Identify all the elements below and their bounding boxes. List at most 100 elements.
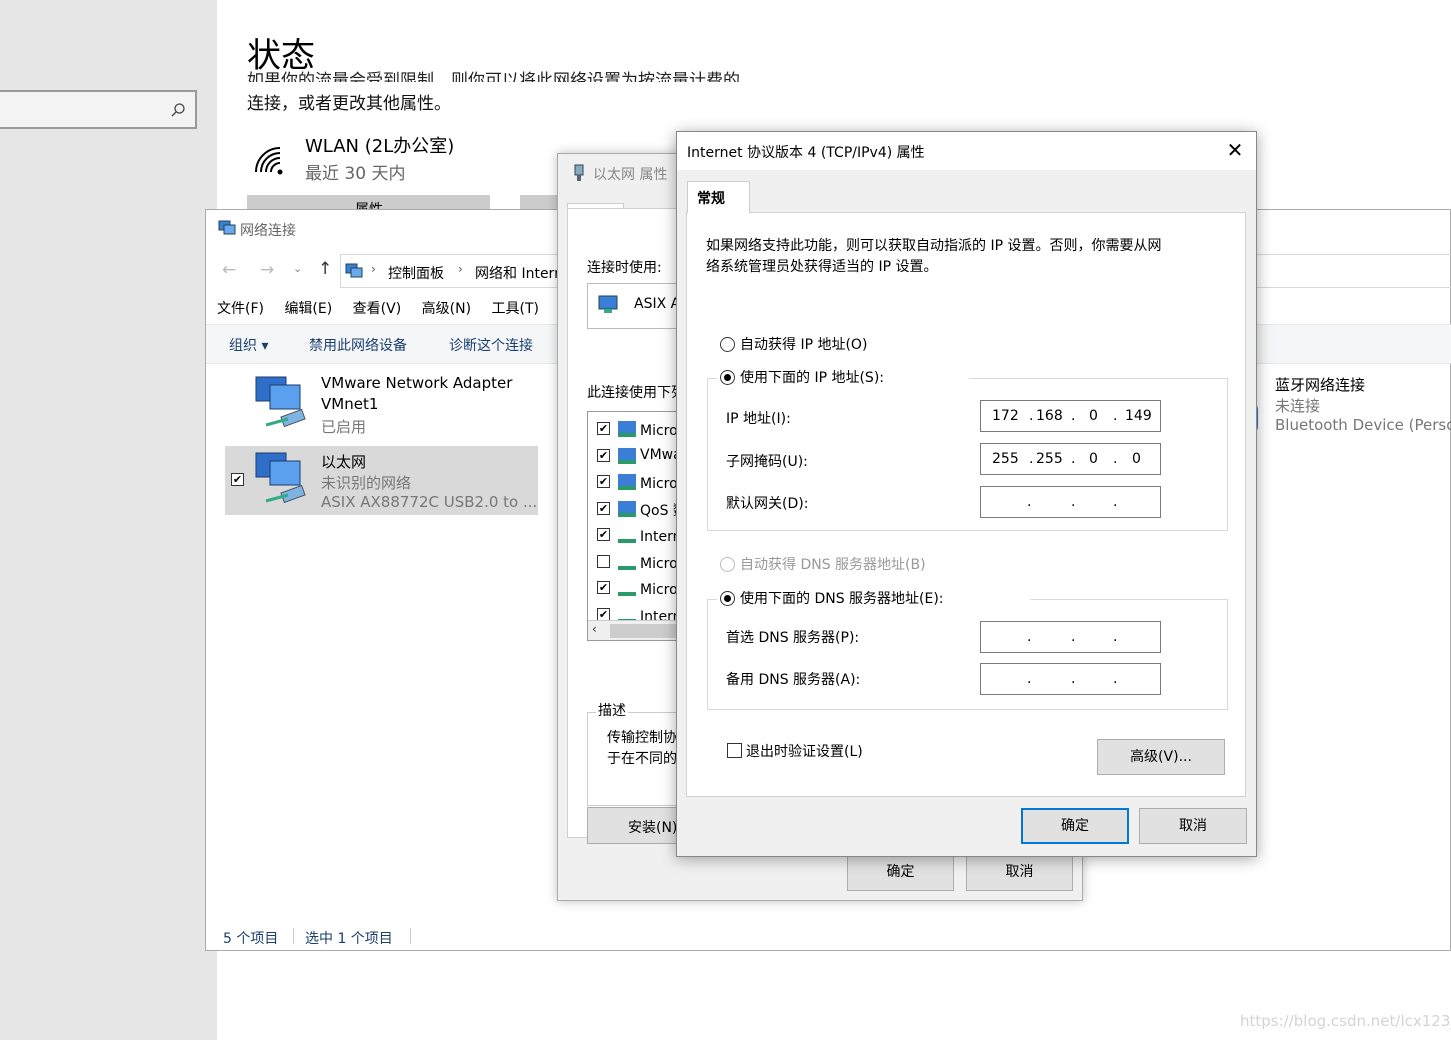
ok-button[interactable]: 确定: [847, 854, 954, 891]
component-icon: [618, 527, 636, 543]
dialog-title: Internet 协议版本 4 (TCP/IPv4) 属性: [687, 145, 925, 161]
watermark-text: https://blog.csdn.net/lcx123_: [1240, 1012, 1451, 1030]
ethernet-adapter-icon: [252, 449, 312, 509]
manual-dns-label[interactable]: 使用下面的 DNS 服务器地址(E):: [740, 588, 944, 608]
manual-dns-radio[interactable]: [720, 591, 735, 606]
general-tab-panel: 如果网络支持此功能，则可以获取自动指派的 IP 设置。否则，你需要从网 络系统管…: [686, 212, 1246, 797]
item-count: 5 个项目: [223, 931, 279, 947]
description-line-cut: 如果你的流量会受到限制，则你可以将此网络设置为按流量计费的: [247, 71, 740, 82]
close-icon[interactable]: ✕: [1223, 137, 1247, 163]
settings-search-input[interactable]: [0, 90, 197, 129]
component-checkbox[interactable]: ✔: [597, 501, 610, 515]
validate-checkbox[interactable]: [727, 743, 742, 758]
auto-ip-radio[interactable]: [720, 337, 735, 352]
validate-label[interactable]: 退出时验证设置(L): [746, 741, 863, 761]
component-checkbox[interactable]: [597, 554, 610, 568]
manual-ip-radio[interactable]: [720, 370, 735, 385]
wlan-usage: 最近 30 天内: [305, 164, 406, 184]
component-icon: [618, 474, 636, 490]
vmware-adapter-icon: [252, 373, 312, 433]
settings-properties-button[interactable]: 属性: [247, 195, 490, 209]
disable-device-button[interactable]: 禁用此网络设备: [309, 335, 407, 355]
preferred-dns-input[interactable]: ...: [980, 621, 1161, 653]
component-icon: [618, 580, 636, 596]
breadcrumb-separator-icon: ›: [458, 262, 463, 276]
menu-tools[interactable]: 工具(T): [492, 301, 539, 317]
ip-address-label: IP 地址(I):: [726, 411, 791, 427]
network-connections-icon: [218, 220, 236, 235]
gateway-input[interactable]: ...: [980, 486, 1161, 518]
title-bar: Internet 协议版本 4 (TCP/IPv4) 属性 ✕: [677, 132, 1256, 170]
organize-button[interactable]: 组织 ▾: [229, 335, 268, 355]
up-arrow-icon[interactable]: ↑: [318, 259, 332, 279]
alternate-dns-label: 备用 DNS 服务器(A):: [726, 672, 861, 688]
cancel-button[interactable]: 取消: [1139, 808, 1247, 844]
description-label: 描述: [596, 700, 628, 720]
settings-nav-pane: [0, 0, 217, 1040]
intro-text-line1: 如果网络支持此功能，则可以获取自动指派的 IP 设置。否则，你需要从网: [706, 238, 1162, 254]
alternate-dns-input[interactable]: ...: [980, 663, 1161, 695]
component-checkbox[interactable]: ✔: [597, 422, 610, 435]
dialog-title: 以太网 属性: [593, 167, 668, 183]
selected-count: 选中 1 个项目: [305, 931, 393, 947]
description-text: 传输控制协议/Internet 协议。该协议是默认的广域网络协议，用于在不同的相…: [607, 730, 677, 767]
component-checkbox[interactable]: ✔: [597, 475, 610, 488]
forward-arrow-icon[interactable]: →: [260, 260, 274, 280]
select-checkbox[interactable]: ✔: [231, 473, 244, 486]
adapter-bluetooth-status: 未连接: [1275, 397, 1321, 415]
adapter-ethernet-name: 以太网: [321, 453, 367, 471]
diagnose-button[interactable]: 诊断这个连接: [449, 335, 533, 355]
component-icon: [618, 447, 636, 464]
manual-ip-label[interactable]: 使用下面的 IP 地址(S):: [740, 367, 884, 387]
advanced-button[interactable]: 高级(V)...: [1097, 739, 1225, 775]
scroll-left-icon[interactable]: ‹: [592, 622, 597, 636]
component-checkbox[interactable]: ✔: [597, 607, 610, 621]
breadcrumb-control-panel[interactable]: 控制面板: [388, 263, 444, 283]
back-arrow-icon[interactable]: ←: [222, 260, 236, 280]
search-icon: [171, 103, 185, 117]
ipv4-properties-dialog: Internet 协议版本 4 (TCP/IPv4) 属性 ✕ 如果网络支持此功…: [676, 131, 1257, 857]
cancel-button[interactable]: 取消: [966, 854, 1073, 891]
adapter-ethernet-row[interactable]: ✔ 以太网 未识别的网络 ASIX AX88772C USB2.0 to ...: [225, 446, 538, 515]
menu-edit[interactable]: 编辑(E): [284, 301, 332, 317]
menu-file[interactable]: 文件(F): [217, 301, 264, 317]
settings-button-2[interactable]: [520, 195, 560, 209]
component-checkbox[interactable]: ✔: [597, 528, 610, 541]
adapter-bluetooth-device: Bluetooth Device (Personal Area Network): [1275, 416, 1451, 434]
menu-view[interactable]: 查看(V): [353, 301, 402, 317]
adapter-vmware-status: 已启用: [321, 418, 367, 436]
component-checkbox[interactable]: ✔: [597, 448, 610, 462]
network-adapter-icon: [598, 295, 618, 313]
auto-ip-label[interactable]: 自动获得 IP 地址(O): [740, 334, 867, 354]
adapter-ethernet-device: ASIX AX88772C USB2.0 to ...: [321, 493, 538, 511]
intro-text-line2: 络系统管理员处获得适当的 IP 设置。: [706, 259, 938, 275]
tab-general[interactable]: 常规: [687, 181, 750, 213]
subnet-mask-input[interactable]: 255. 255. 0. 0: [980, 443, 1161, 475]
control-panel-icon: [345, 263, 363, 278]
chevron-down-icon[interactable]: ⌄: [293, 262, 302, 275]
ethernet-plug-icon: [574, 164, 584, 181]
component-icon: [618, 500, 636, 517]
window-title: 网络连接: [240, 223, 296, 239]
preferred-dns-label: 首选 DNS 服务器(P):: [726, 630, 860, 646]
breadcrumb-separator-icon: ›: [371, 262, 376, 276]
wlan-name[interactable]: WLAN (2L办公室): [305, 132, 454, 158]
adapter-bluetooth-name[interactable]: 蓝牙网络连接: [1275, 374, 1365, 395]
menu-bar: 文件(F) 编辑(E) 查看(V) 高级(N) 工具(T): [217, 298, 555, 324]
ip-address-input[interactable]: 172. 168. 0. 149: [980, 400, 1161, 432]
menu-advanced[interactable]: 高级(N): [422, 301, 471, 317]
status-divider: [293, 928, 294, 944]
component-icon: [618, 421, 636, 437]
adapter-ethernet-status: 未识别的网络: [321, 474, 412, 492]
component-icon: [618, 554, 636, 570]
status-divider: [410, 928, 411, 944]
auto-dns-label[interactable]: 自动获得 DNS 服务器地址(B): [740, 554, 926, 574]
adapter-vmware-name[interactable]: VMware Network Adapter: [321, 374, 512, 392]
subnet-mask-label: 子网掩码(U):: [726, 454, 808, 470]
gateway-label: 默认网关(D):: [726, 496, 809, 512]
ok-button[interactable]: 确定: [1021, 808, 1129, 844]
component-checkbox[interactable]: ✔: [597, 581, 610, 594]
auto-dns-radio[interactable]: [720, 557, 735, 572]
adapter-vmware-name2: VMnet1: [321, 395, 379, 413]
description-text: 连接，或者更改其他属性。: [247, 94, 451, 114]
